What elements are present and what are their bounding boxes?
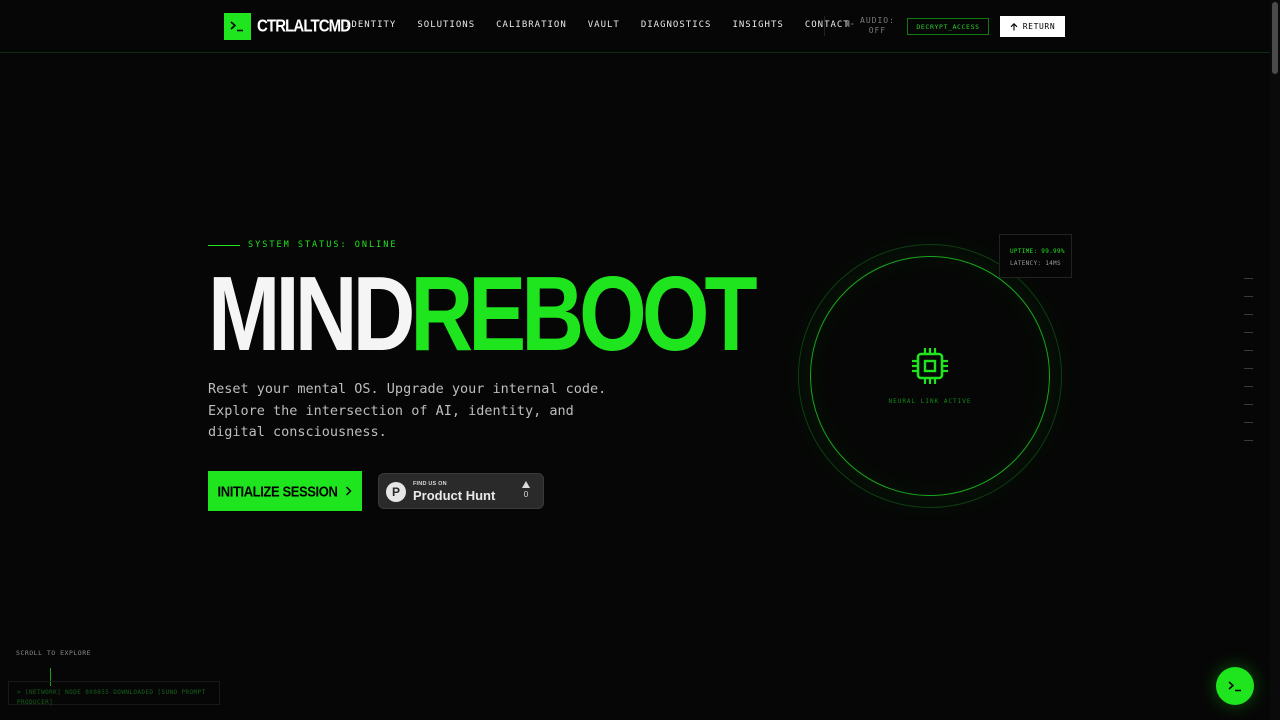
initialize-session-button[interactable]: INITIALIZE SESSION [208, 471, 362, 511]
nav-insights[interactable]: INSIGHTS [732, 20, 783, 30]
nav-divider [824, 16, 825, 36]
tick-mark [1244, 314, 1253, 315]
tick-mark [1244, 440, 1253, 441]
tick-mark [1244, 296, 1253, 297]
return-button[interactable]: RETURN [1000, 16, 1065, 37]
return-label: RETURN [1022, 22, 1056, 31]
terminal-prompt-icon [1228, 680, 1241, 691]
hero-title-green: REBOOT [410, 255, 757, 373]
nav-diagnostics[interactable]: DIAGNOSTICS [641, 20, 712, 30]
system-status: SYSTEM STATUS: ONLINE [208, 240, 397, 250]
speaker-icon [845, 20, 854, 28]
triangle-up-icon [522, 481, 530, 488]
page-scrollbar[interactable] [1270, 0, 1280, 720]
hero-title-white: MIND [208, 255, 415, 373]
latency-text: LATENCY: 14MS [1010, 260, 1061, 267]
hero-title: MINDREBOOT [208, 259, 758, 369]
network-log: > [NETWORK] NODE 0X0855 DOWNLOADED [SUNO… [8, 681, 220, 706]
nav-contact[interactable]: CONTACT [805, 20, 850, 30]
product-hunt-logo-icon: P [386, 482, 406, 502]
tick-mark [1244, 350, 1253, 351]
nav-solutions[interactable]: SOLUTIONS [417, 20, 475, 30]
vote-count: 0 [523, 490, 529, 499]
terminal-icon [224, 13, 251, 40]
tick-mark [1244, 404, 1253, 405]
audio-toggle[interactable]: AUDIO: OFF [845, 16, 895, 36]
neural-link-label: NEURAL LINK ACTIVE [888, 398, 972, 405]
nav-calibration[interactable]: CALIBRATION [496, 20, 567, 30]
product-hunt-small-label: FIND US ON [413, 481, 447, 487]
product-hunt-label: Product Hunt [413, 488, 496, 503]
product-hunt-badge[interactable]: P FIND US ON Product Hunt 0 [378, 473, 544, 509]
tick-mark [1244, 332, 1253, 333]
tick-mark [1244, 278, 1253, 279]
terminal-button[interactable] [1216, 667, 1254, 705]
tick-mark [1244, 368, 1253, 369]
scroll-to-explore: SCROLL TO EXPLORE [16, 649, 92, 657]
audio-state: OFF [868, 26, 887, 35]
nav-identity[interactable]: IDENTITY [345, 20, 396, 30]
tick-mark [1244, 422, 1253, 423]
status-line [208, 244, 240, 246]
decrypt-access-button[interactable]: DECRYPT_ACCESS [907, 18, 989, 35]
chevron-right-icon [346, 486, 353, 496]
stats-box: UPTIME: 99.99% LATENCY: 14MS [999, 234, 1072, 278]
cta-label: INITIALIZE SESSION [217, 482, 338, 500]
site-header: CTRLALTCMD IDENTITY SOLUTIONS CALIBRATIO… [0, 0, 1270, 53]
hero-description: Reset your mental OS. Upgrade your inter… [208, 381, 607, 440]
cpu-chip-icon [912, 348, 948, 384]
tick-mark [1244, 386, 1253, 387]
uptime-text: UPTIME: 99.99% [1010, 248, 1065, 255]
nav-vault[interactable]: VAULT [588, 20, 620, 30]
arrow-up-icon [1010, 22, 1018, 30]
side-tick-marks [1244, 278, 1253, 458]
main-nav: IDENTITY SOLUTIONS CALIBRATION VAULT DIA… [345, 20, 850, 30]
scroll-thumb[interactable] [1272, 2, 1278, 74]
logo-text: CTRLALTCMD [257, 16, 351, 37]
neural-link-widget: NEURAL LINK ACTIVE [798, 244, 1062, 508]
product-hunt-votes: 0 [519, 481, 533, 500]
status-text: SYSTEM STATUS: ONLINE [248, 240, 398, 250]
logo[interactable]: CTRLALTCMD [224, 13, 351, 40]
audio-label: AUDIO: [860, 16, 895, 25]
